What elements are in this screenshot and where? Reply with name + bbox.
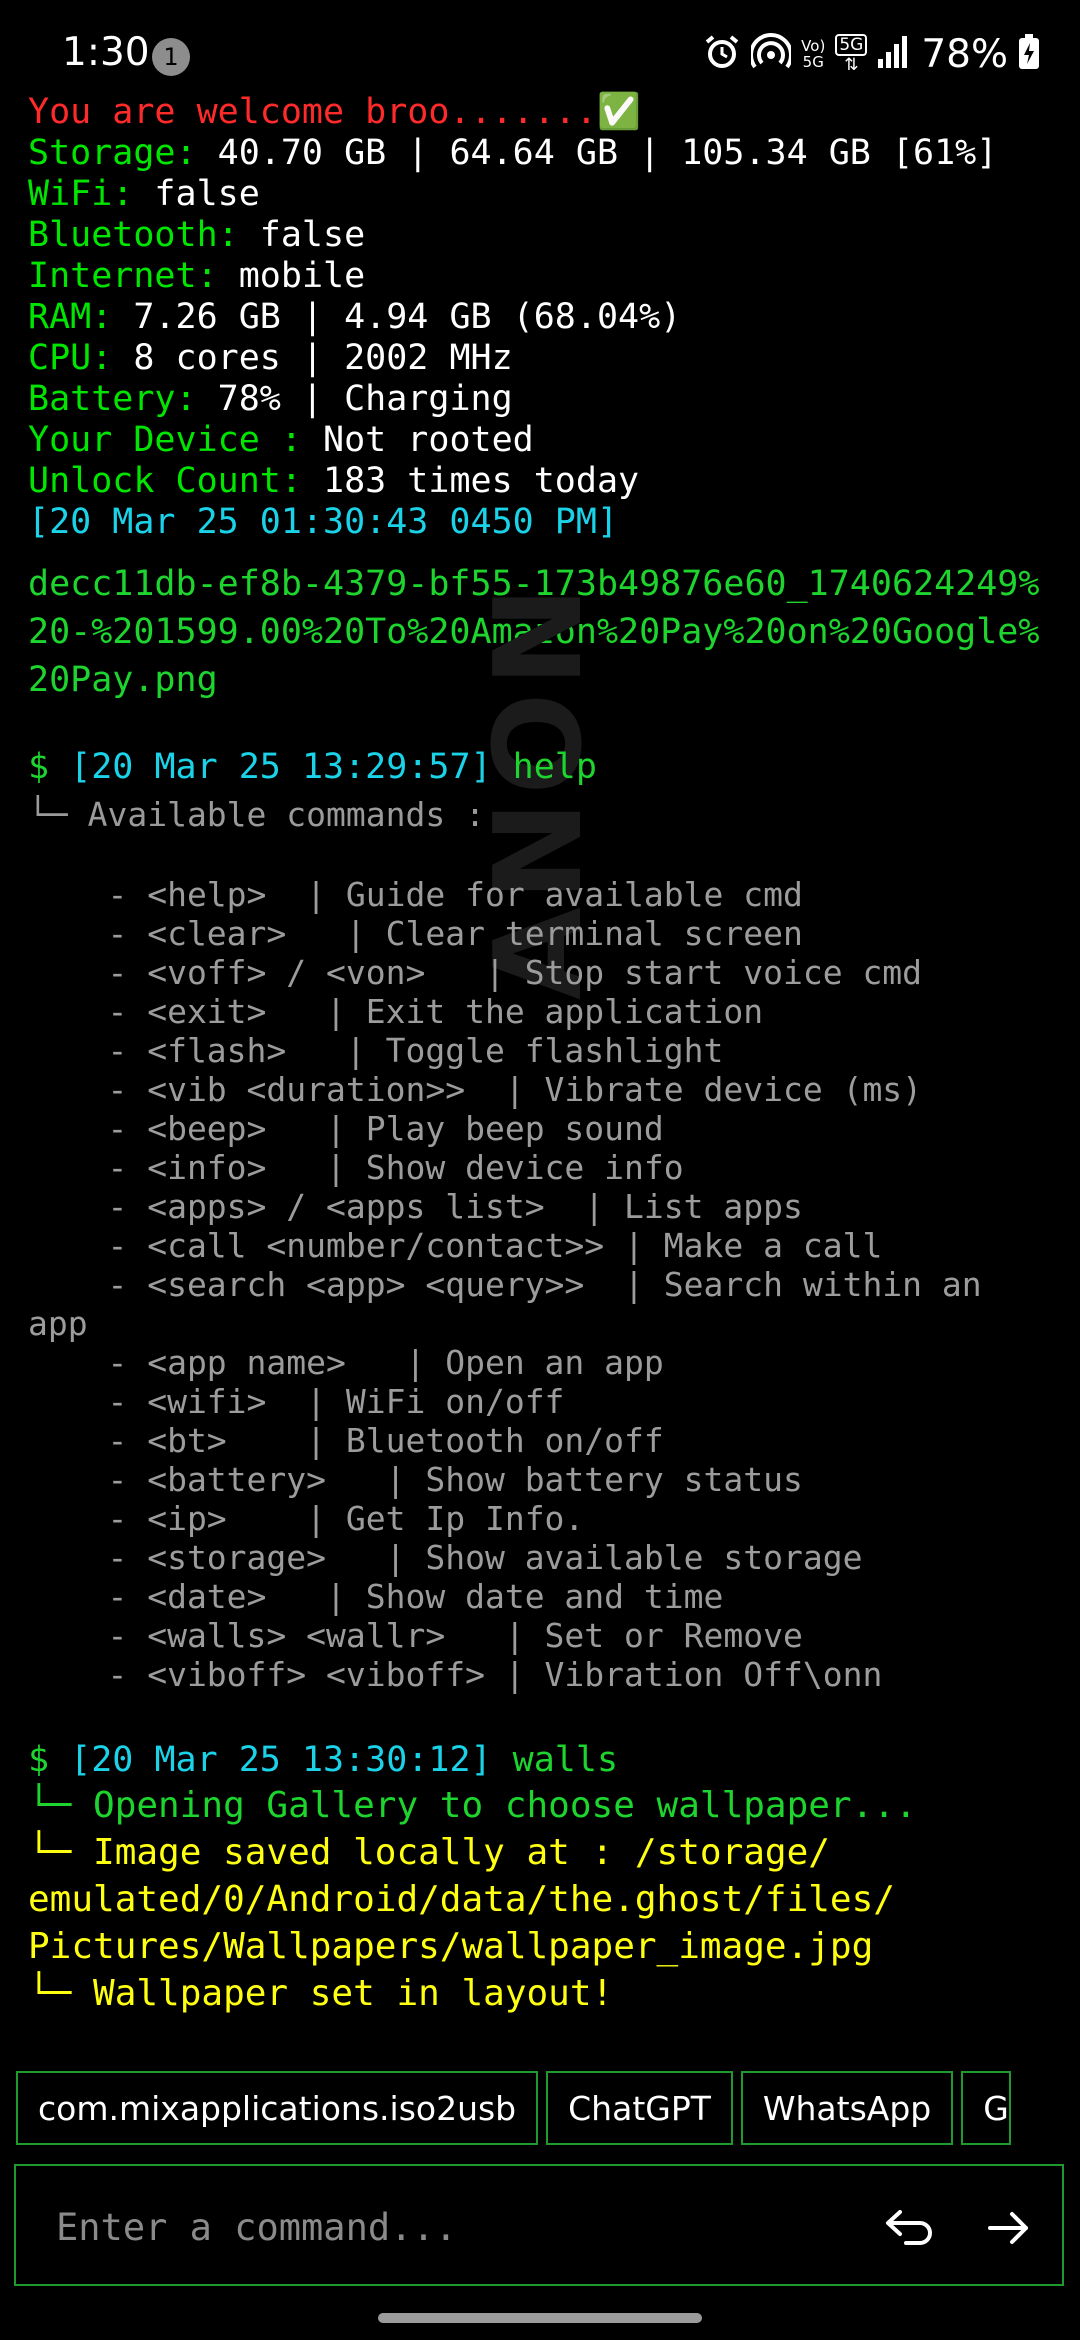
chip-app-whatsapp[interactable]: WhatsApp <box>740 2071 954 2145</box>
walls-output-saved: └─ Image saved locally at : /storage/ <box>28 1832 830 1873</box>
network-5g-icon: 5G ⇅ <box>835 34 868 75</box>
data-arrows-icon: ⇅ <box>844 55 859 75</box>
info-line-battery: Battery: 78% | Charging <box>28 379 1068 420</box>
status-time: 1:30 <box>62 30 150 75</box>
info-line-unlock-count: Unlock Count: 183 times today <box>28 461 1068 502</box>
info-key: WiFi: <box>28 174 134 214</box>
help-item: - <ip> | Get Ip Info. <box>28 1499 585 1538</box>
alarm-icon <box>703 33 741 75</box>
help-item: - <vib <duration>> | Vibrate device (ms) <box>28 1070 923 1109</box>
info-value: 183 times today <box>301 461 640 501</box>
info-line-device: Your Device : Not rooted <box>28 420 1068 461</box>
info-line-storage: Storage: 40.70 GB | 64.64 GB | 105.34 GB… <box>28 133 1068 174</box>
info-value: 40.70 GB | 64.64 GB | 105.34 GB [61%] <box>196 133 998 173</box>
help-item: app <box>28 1304 88 1343</box>
info-value: Not rooted <box>301 420 534 460</box>
gesture-bar[interactable] <box>378 2313 702 2323</box>
help-item: - <apps> / <apps list> | List apps <box>28 1187 803 1226</box>
notification-count-badge: 1 <box>152 38 190 76</box>
command-input[interactable] <box>54 2196 858 2258</box>
help-item: - <exit> | Exit the application <box>28 992 764 1031</box>
help-header: └─ Available commands : <box>28 795 485 834</box>
info-line-wifi: WiFi: false <box>28 174 1068 215</box>
info-key: Unlock Count: <box>28 461 302 501</box>
walls-output-opening: └─ Opening Gallery to choose wallpaper..… <box>28 1785 917 1826</box>
command-text: help <box>491 747 597 787</box>
send-button[interactable] <box>976 2196 1040 2260</box>
command-line-help: $ [20 Mar 25 13:29:57] help <box>28 745 597 789</box>
help-item: - <search <app> <query>> | Search within… <box>28 1265 982 1304</box>
battery-percent: 78% <box>921 31 1008 77</box>
info-key: Storage: <box>28 133 197 173</box>
help-item: - <bt> | Bluetooth on/off <box>28 1421 664 1460</box>
command-timestamp: [20 Mar 25 13:30:12] <box>70 1740 492 1780</box>
undo-icon <box>886 2210 932 2245</box>
chip-app-chatgpt[interactable]: ChatGPT <box>546 2071 733 2145</box>
signal-icon <box>877 35 909 73</box>
info-key: Bluetooth: <box>28 215 239 255</box>
info-line-bluetooth: Bluetooth: false <box>28 215 1068 256</box>
info-value: false <box>133 174 260 214</box>
prompt-symbol: $ <box>28 747 71 787</box>
walls-output-path: Pictures/Wallpapers/wallpaper_image.jpg <box>28 1926 874 1967</box>
info-line-cpu: CPU: 8 cores | 2002 MHz <box>28 338 1068 379</box>
help-item: - <voff> / <von> | Stop start voice cmd <box>28 953 923 992</box>
status-icons: Vo) 5G 5G ⇅ 78% <box>703 31 1040 77</box>
battery-charging-icon <box>1018 34 1040 74</box>
help-item: - <clear> | Clear terminal screen <box>28 914 803 953</box>
help-item: - <help> | Guide for available cmd <box>28 875 803 914</box>
help-item: - <walls> <wallr> | Set or Remove <box>28 1616 803 1655</box>
help-item: - <storage> | Show available storage <box>28 1538 863 1577</box>
command-line-walls: $ [20 Mar 25 13:30:12] walls <box>28 1738 618 1782</box>
info-line-internet: Internet: mobile <box>28 256 1068 297</box>
command-input-box <box>14 2164 1064 2286</box>
help-item: - <app name> | Open an app <box>28 1343 664 1382</box>
info-key: Your Device : <box>28 420 302 460</box>
help-item: - <battery> | Show battery status <box>28 1460 803 1499</box>
help-item: - <date> | Show date and time <box>28 1577 724 1616</box>
help-item: - <wifi> | WiFi on/off <box>28 1382 565 1421</box>
help-item: - <info> | Show device info <box>28 1148 684 1187</box>
help-item: - <beep> | Play beep sound <box>28 1109 664 1148</box>
command-text: walls <box>491 1740 619 1780</box>
undo-button[interactable] <box>878 2196 942 2260</box>
volte-icon: Vo) 5G <box>801 38 825 70</box>
volte-label: Vo) <box>801 37 826 55</box>
help-item: - <call <number/contact>> | Make a call <box>28 1226 883 1265</box>
info-value: 78% | Charging <box>196 379 513 419</box>
info-key: Internet: <box>28 256 218 296</box>
walls-output-path: emulated/0/Android/data/the.ghost/files/ <box>28 1879 895 1920</box>
volte-sub-label: 5G <box>802 53 824 71</box>
info-value: 8 cores | 2002 MHz <box>112 338 513 378</box>
session-timestamp: [20 Mar 25 01:30:43 0450 PM] <box>28 502 619 542</box>
info-value: false <box>238 215 366 255</box>
info-line-ram: RAM: 7.26 GB | 4.94 GB (68.04%) <box>28 297 1068 338</box>
info-key: RAM: <box>28 297 113 337</box>
welcome-message: You are welcome broo.......✅ <box>28 92 641 132</box>
info-value: mobile <box>217 256 366 296</box>
command-timestamp: [20 Mar 25 13:29:57] <box>70 747 492 787</box>
terminal-output: You are welcome broo.......✅ Storage: 40… <box>28 92 1068 543</box>
info-key: Battery: <box>28 379 197 419</box>
hotspot-icon <box>749 33 794 75</box>
help-item: - <flash> | Toggle flashlight <box>28 1031 724 1070</box>
help-item: - <viboff> <viboff> | Vibration Off\onn <box>28 1655 883 1694</box>
walls-output-done: └─ Wallpaper set in layout! <box>28 1973 614 2014</box>
chip-app-partial[interactable]: G <box>961 2071 1011 2145</box>
arrow-right-icon <box>988 2212 1028 2244</box>
info-value: 7.26 GB | 4.94 GB (68.04%) <box>112 297 682 337</box>
prompt-symbol: $ <box>28 1740 71 1780</box>
app-suggestion-chips: com.mixapplications.iso2usb ChatGPT What… <box>16 2071 1080 2149</box>
info-key: CPU: <box>28 338 113 378</box>
network-5g-label: 5G <box>835 34 868 56</box>
chip-app-iso2usb[interactable]: com.mixapplications.iso2usb <box>16 2071 539 2145</box>
